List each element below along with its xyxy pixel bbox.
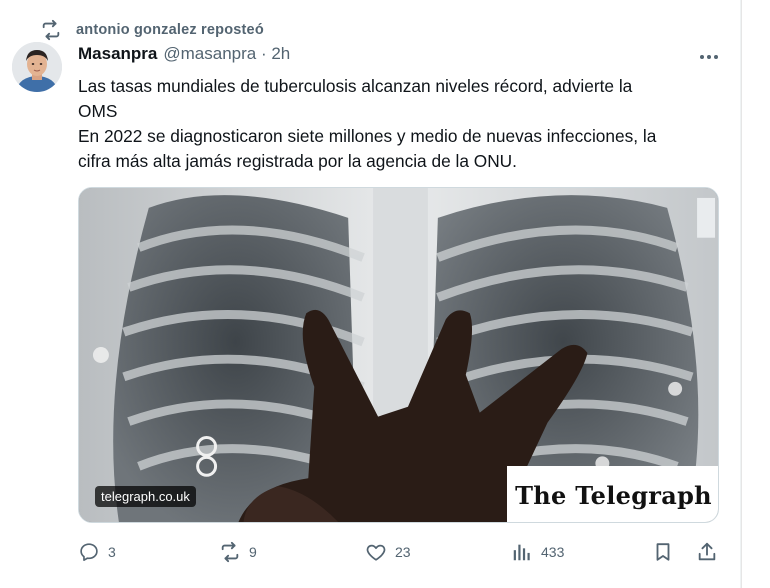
- share-button[interactable]: [696, 540, 718, 564]
- repost-indicator[interactable]: antonio gonzalez reposteó: [40, 18, 264, 42]
- views-button[interactable]: 433: [511, 540, 564, 564]
- telegraph-logo: The Telegraph: [507, 466, 718, 522]
- like-button[interactable]: 23: [365, 540, 411, 564]
- avatar[interactable]: [12, 42, 62, 92]
- repost-icon: [42, 19, 60, 41]
- author-name[interactable]: Masanpra: [78, 44, 157, 64]
- post-text-line: Las tasas mundiales de tuberculosis alca…: [78, 76, 633, 96]
- post-header: Masanpra @masanpra · 2h: [78, 44, 290, 70]
- views-chart-icon: [513, 544, 530, 561]
- views-count: 433: [541, 544, 565, 560]
- post-text-line: En 2022 se diagnosticaron siete millones…: [78, 126, 657, 146]
- bookmark-icon: [656, 543, 670, 561]
- reply-icon: [80, 543, 98, 561]
- post-text: Las tasas mundiales de tuberculosis alca…: [78, 74, 718, 174]
- repost-count: 9: [249, 544, 257, 560]
- more-dot-icon: [714, 55, 718, 59]
- reply-button[interactable]: 3: [78, 540, 116, 564]
- post-text-line: cifra más alta jamás registrada por la a…: [78, 151, 517, 171]
- like-count: 23: [395, 544, 411, 560]
- author-handle-time[interactable]: @masanpra · 2h: [163, 44, 290, 64]
- more-dot-icon: [707, 55, 711, 59]
- reply-count: 3: [108, 544, 116, 560]
- more-dot-icon: [700, 55, 704, 59]
- scrollbar-track[interactable]: [741, 0, 770, 588]
- repost-label: antonio gonzalez reposteó: [76, 22, 264, 38]
- link-domain-badge[interactable]: telegraph.co.uk: [95, 486, 196, 507]
- action-bar: 3 9 23 433: [78, 540, 720, 564]
- bookmark-button[interactable]: [652, 540, 674, 564]
- heart-icon: [366, 544, 386, 561]
- repost-button[interactable]: 9: [219, 540, 257, 564]
- share-icon: [698, 542, 716, 561]
- post-frame: antonio gonzalez reposteó Masanpra @masa…: [0, 0, 741, 588]
- link-card-image[interactable]: telegraph.co.uk The Telegraph: [78, 187, 719, 523]
- post-text-line: OMS: [78, 101, 118, 121]
- more-options-button[interactable]: [697, 48, 721, 66]
- repost-icon: [221, 541, 239, 563]
- avatar-image: [12, 42, 62, 92]
